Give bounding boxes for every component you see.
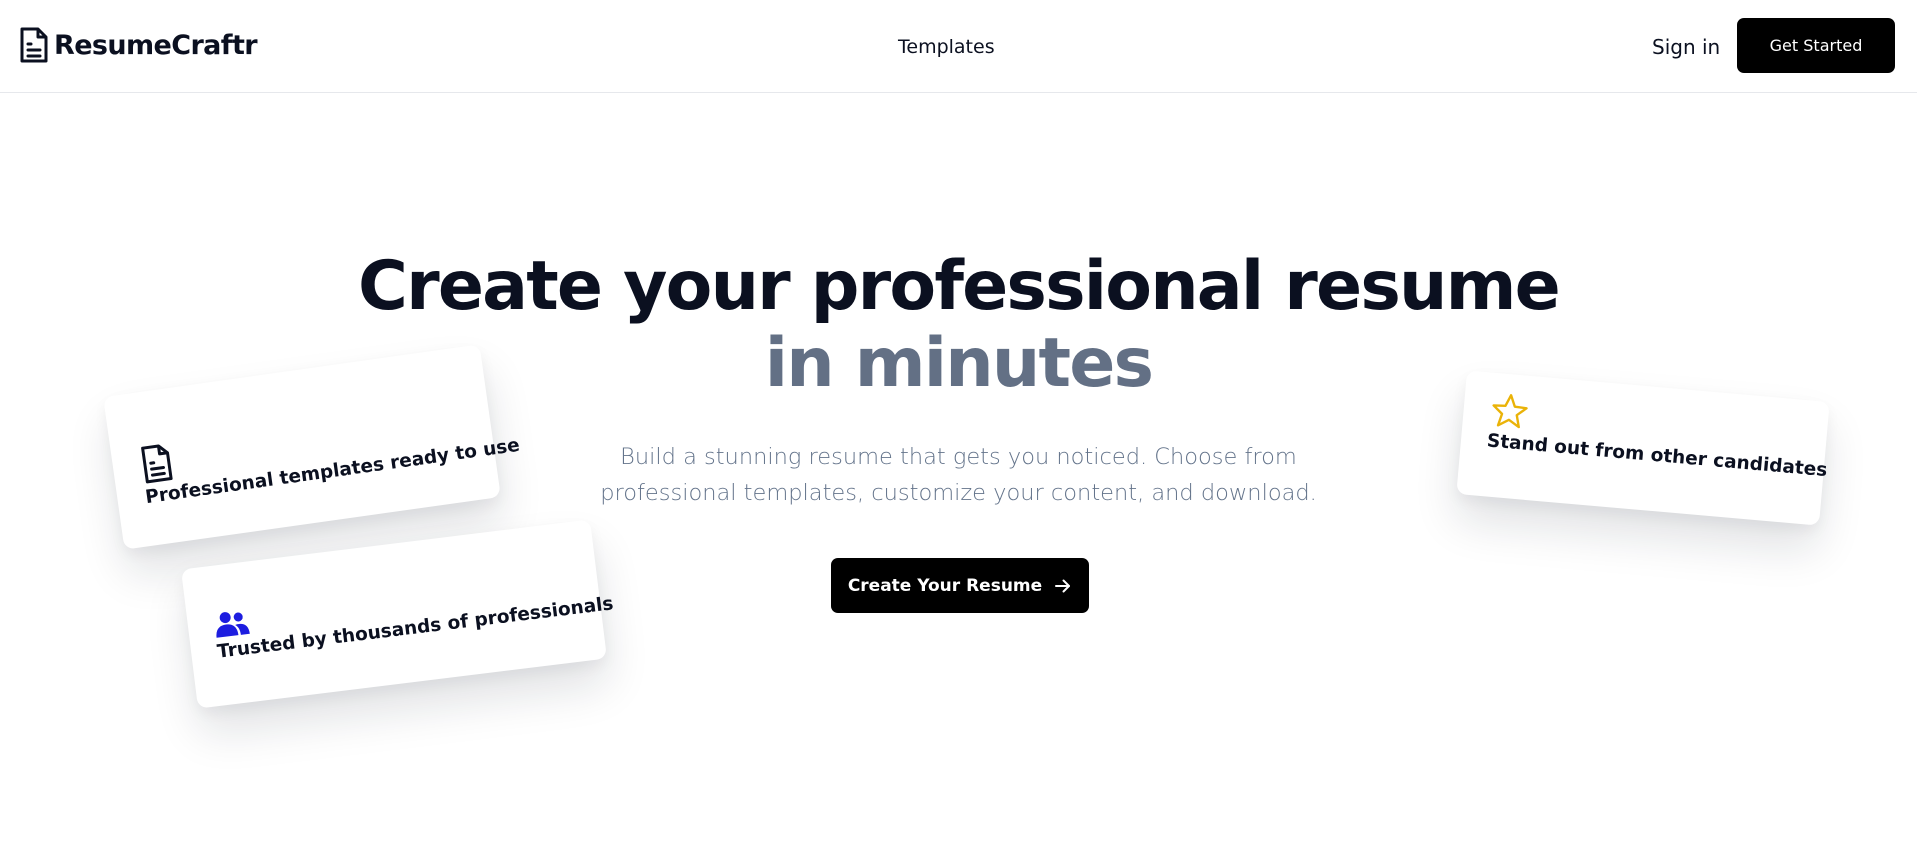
feature-card-templates-text: Professional templates ready to use — [144, 434, 522, 509]
document-icon — [141, 444, 173, 484]
brand-name: ResumeCraftr — [54, 29, 258, 61]
top-navbar: ResumeCraftr Templates Sign in Get Start… — [0, 0, 1917, 93]
feature-card-trusted: Trusted by thousands of professionals — [181, 519, 615, 709]
star-icon — [1492, 394, 1528, 429]
arrow-right-icon — [1055, 579, 1071, 592]
document-logo-icon — [20, 27, 48, 63]
nav-link-templates[interactable]: Templates — [898, 36, 995, 58]
get-started-button[interactable]: Get Started — [1737, 18, 1895, 73]
create-resume-button[interactable]: Create Your Resume — [831, 558, 1089, 613]
hero-title-line1: Create your professional resume — [357, 247, 1561, 326]
sign-in-link[interactable]: Sign in — [1652, 35, 1720, 59]
feature-card-trusted-text: Trusted by thousands of professionals — [216, 593, 615, 663]
feature-card-standout-text: Stand out from other candidates — [1486, 430, 1829, 482]
users-icon — [216, 612, 250, 638]
create-resume-label: Create Your Resume — [847, 575, 1043, 596]
brand-logo-link[interactable]: ResumeCraftr — [18, 26, 258, 64]
